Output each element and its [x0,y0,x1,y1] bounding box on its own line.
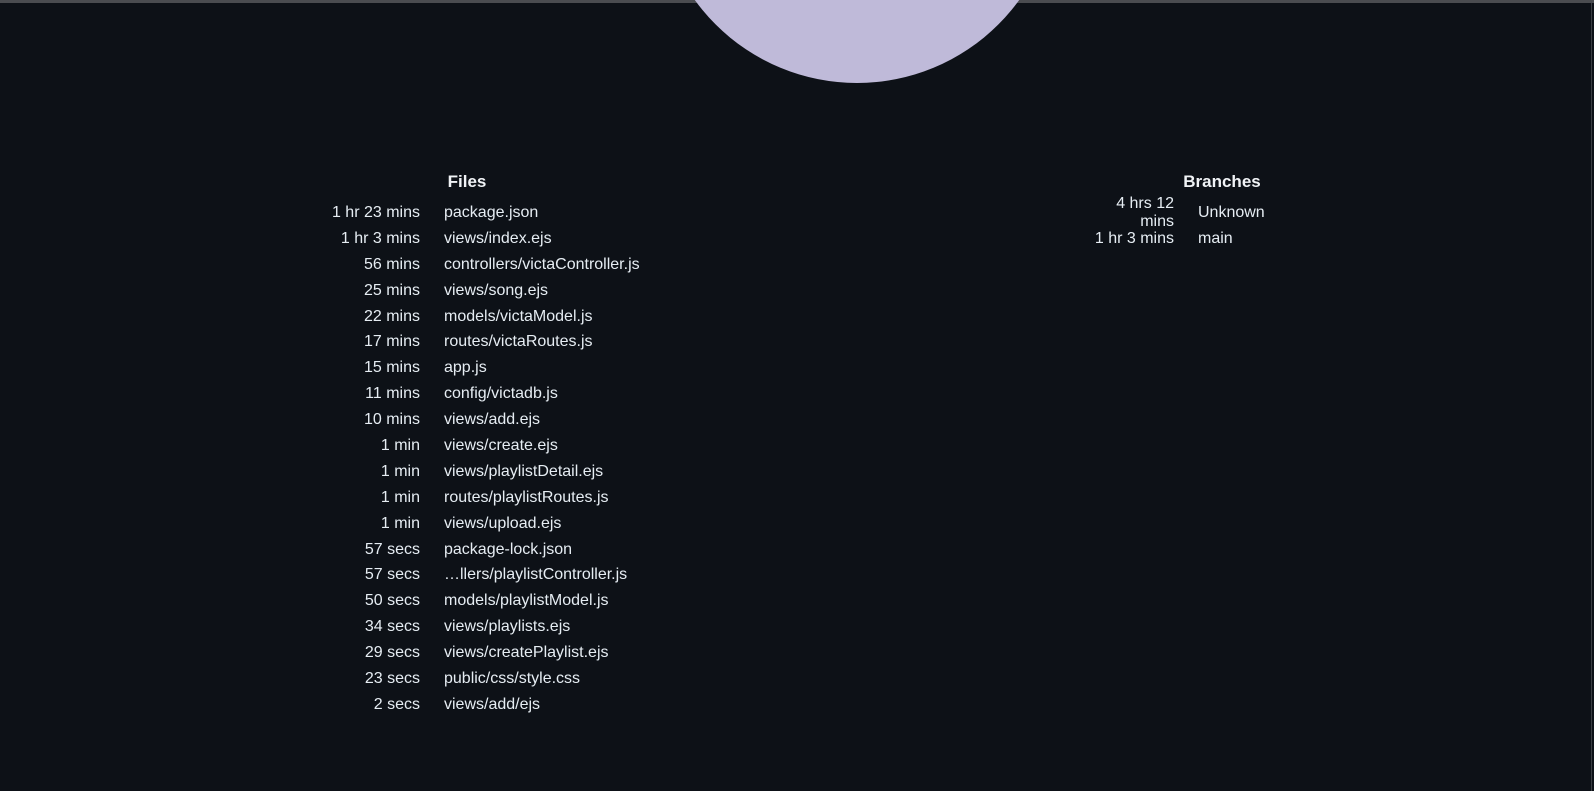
duration: 2 secs [373,695,420,713]
file-row: 29 secs views/createPlaylist.ejs [330,640,640,666]
file-name: views/playlists.ejs [444,618,571,636]
duration: 11 mins [365,385,420,403]
file-row: 56 mins controllers/victaController.js [330,252,640,278]
file-name: routes/victaRoutes.js [444,333,593,351]
files-section: Files 1 hr 23 mins package.json 1 hr 3 min… [330,172,640,718]
scrollbar-track[interactable] [1591,3,1592,791]
file-name: package.json [444,203,539,221]
branch-name: Unknown [1198,203,1265,221]
file-name: …llers/playlistController.js [444,566,628,584]
file-row: 1 min views/upload.ejs [330,511,640,537]
file-row: 1 min routes/playlistRoutes.js [330,485,640,511]
duration: 1 hr 23 mins [331,203,420,221]
file-row: 1 min views/playlistDetail.ejs [330,459,640,485]
duration: 23 secs [364,669,420,687]
duration: 56 mins [363,255,420,273]
file-row: 1 hr 3 mins views/index.ejs [330,226,640,252]
file-row: 15 mins app.js [330,355,640,381]
file-name: views/song.ejs [444,281,549,299]
file-row: 17 mins routes/victaRoutes.js [330,329,640,355]
file-name: models/victaModel.js [444,307,593,325]
file-name: routes/playlistRoutes.js [444,488,609,506]
file-row: 57 secs package-lock.json [330,537,640,563]
duration: 29 secs [364,644,420,662]
file-row: 2 secs views/add/ejs [330,692,640,718]
duration: 1 min [380,436,420,454]
file-name: package-lock.json [444,540,573,558]
duration: 15 mins [363,359,420,377]
file-name: views/createPlaylist.ejs [444,644,609,662]
file-name: config/victadb.js [444,385,558,403]
duration: 4 hrs 12 mins [1116,194,1174,230]
duration: 22 mins [363,307,420,325]
file-name: app.js [444,359,487,377]
file-row: 10 mins views/add.ejs [330,407,640,433]
file-name: views/add.ejs [444,411,541,429]
duration: 34 secs [364,618,420,636]
file-name: public/css/style.css [444,669,581,687]
file-row: 34 secs views/playlists.ejs [330,614,640,640]
file-row: 1 min views/create.ejs [330,433,640,459]
duration: 1 min [380,514,420,532]
duration: 10 mins [363,411,420,429]
duration: 1 hr 3 mins [340,229,420,247]
files-heading: Files [447,172,487,191]
branch-row: 1 hr 3 mins main [1080,226,1364,252]
duration: 1 min [380,488,420,506]
file-name: views/create.ejs [444,436,558,454]
duration: 50 secs [364,592,420,610]
duration: 1 min [380,462,420,480]
file-row: 23 secs public/css/style.css [330,666,640,692]
pie-chart-circle [657,0,1057,83]
file-name: views/upload.ejs [444,514,562,532]
branch-name: main [1198,229,1233,247]
file-row: 11 mins config/victadb.js [330,381,640,407]
file-row: 25 mins views/song.ejs [330,278,640,304]
branch-row: 4 hrs 12 mins Unknown [1080,195,1364,230]
duration: 17 mins [363,333,420,351]
file-name: views/add/ejs [444,695,541,713]
branches-section: Branches 4 hrs 12 mins Unknown 1 hr 3 mins… [1080,172,1364,252]
file-row: 22 mins models/victaModel.js [330,304,640,330]
file-name: views/playlistDetail.ejs [444,462,604,480]
file-row: 50 secs models/playlistModel.js [330,588,640,614]
file-row: 1 hr 23 mins package.json [330,200,640,226]
duration: 57 secs [364,566,420,584]
file-name: controllers/victaController.js [444,255,640,273]
duration: 1 hr 3 mins [1094,229,1174,247]
file-name: views/index.ejs [444,229,552,247]
file-name: models/playlistModel.js [444,592,609,610]
branches-heading: Branches [1183,172,1261,191]
file-row: 57 secs …llers/playlistController.js [330,562,640,588]
duration: 57 secs [364,540,420,558]
duration: 25 mins [363,281,420,299]
